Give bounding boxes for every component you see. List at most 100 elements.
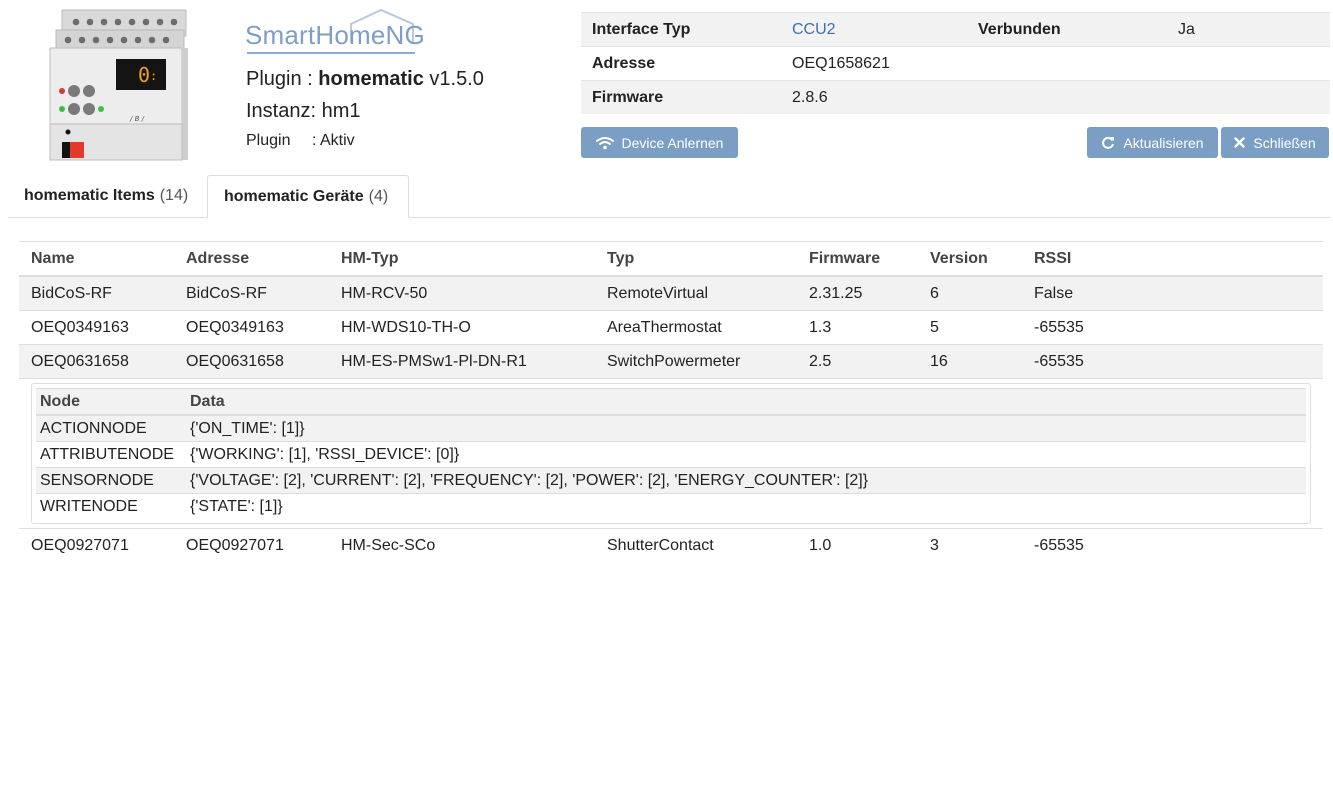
device-hmtype: HM-Sec-SCo	[329, 528, 595, 562]
device-name: BidCoS-RF	[19, 275, 174, 311]
refresh-label: Aktualisieren	[1123, 134, 1204, 151]
plugin-label: Plugin :	[246, 68, 319, 90]
refresh-icon	[1102, 136, 1115, 149]
info-value: Ja	[1167, 12, 1330, 47]
interface-info-table: Interface Typ CCU2 Verbunden Ja Adresse …	[581, 12, 1330, 114]
device-name: OEQ0631658	[19, 344, 174, 379]
device-address: OEQ0927071	[174, 528, 329, 562]
refresh-button[interactable]: Aktualisieren	[1087, 127, 1218, 158]
info-key: Firmware	[581, 80, 781, 114]
node-row: WRITENODE {'STATE': [1]}	[36, 493, 1306, 519]
device-type: RemoteVirtual	[595, 275, 797, 311]
node-row: ATTRIBUTENODE {'WORKING': [1], 'RSSI_DEV…	[36, 441, 1306, 468]
info-value	[1167, 80, 1330, 114]
info-key: Interface Typ	[581, 12, 781, 47]
column-header[interactable]: Firmware	[797, 241, 918, 277]
node-name: WRITENODE	[36, 493, 186, 519]
plugin-title: Plugin : homematic v1.5.0	[246, 68, 484, 91]
device-rssi: -65535	[1022, 344, 1323, 379]
device-type: ShutterContact	[595, 528, 797, 562]
svg-text::: :	[150, 69, 157, 83]
device-type: AreaThermostat	[595, 310, 797, 345]
node-row: SENSORNODE {'VOLTAGE': [2], 'CURRENT': […	[36, 467, 1306, 494]
device-learn-button[interactable]: Device Anlernen	[581, 127, 738, 158]
device-firmware: 1.0	[797, 528, 918, 562]
device-address: OEQ0349163	[174, 310, 329, 345]
node-details-panel: Node Data ACTIONNODE {'ON_TIME': [1]} AT…	[31, 383, 1311, 524]
device-address: OEQ0631658	[174, 344, 329, 379]
node-data: {'WORKING': [1], 'RSSI_DEVICE': [0]}	[186, 441, 1306, 468]
svg-text:/ B /: / B /	[129, 115, 145, 123]
table-header-row: Name Adresse HM-Typ Typ Firmware Version…	[19, 241, 1323, 277]
node-data: {'STATE': [1]}	[186, 493, 1306, 519]
status-label: Plugin	[246, 132, 291, 149]
device-detail-cell: Node Data ACTIONNODE {'ON_TIME': [1]} AT…	[19, 378, 1323, 529]
tab-count: (14)	[159, 187, 189, 204]
device-firmware: 1.3	[797, 310, 918, 345]
device-name: OEQ0349163	[19, 310, 174, 345]
column-header: Data	[186, 388, 1306, 416]
node-data: {'ON_TIME': [1]}	[186, 414, 1306, 442]
device-name: OEQ0927071	[19, 528, 174, 562]
logo-text: SmartHomeNG	[245, 20, 425, 50]
plugin-version: v1.5.0	[429, 68, 484, 90]
svg-text:0: 0	[138, 63, 150, 87]
table-row[interactable]: BidCoS-RF BidCoS-RF HM-RCV-50 RemoteVirt…	[19, 275, 1323, 311]
device-firmware: 2.5	[797, 344, 918, 379]
column-header[interactable]: Adresse	[174, 241, 329, 277]
info-value-link[interactable]: CCU2	[781, 12, 967, 47]
table-row[interactable]: OEQ0631658 OEQ0631658 HM-ES-PMSw1-Pl-DN-…	[19, 344, 1323, 379]
info-row: Interface Typ CCU2 Verbunden Ja	[581, 12, 1330, 47]
device-version: 5	[918, 310, 1022, 345]
plugin-status: Plugin : Aktiv	[246, 132, 355, 150]
device-address: BidCoS-RF	[174, 275, 329, 311]
smarthomeng-logo: SmartHomeNG	[245, 8, 425, 54]
info-row: Firmware 2.8.6	[581, 80, 1330, 114]
table-row[interactable]: OEQ0927071 OEQ0927071 HM-Sec-SCo Shutter…	[19, 528, 1323, 562]
device-version: 16	[918, 344, 1022, 379]
column-header[interactable]: Version	[918, 241, 1022, 277]
device-rssi: -65535	[1022, 310, 1323, 345]
info-key	[967, 80, 1167, 114]
device-rssi: -65535	[1022, 528, 1323, 562]
interface-type-link[interactable]: CCU2	[792, 21, 836, 38]
node-name: SENSORNODE	[36, 467, 186, 494]
column-header[interactable]: Name	[19, 241, 174, 277]
wifi-icon	[595, 136, 614, 149]
plugin-tabs: homematic Items (14) homematic Geräte (4)	[8, 175, 1330, 218]
close-button[interactable]: Schließen	[1221, 127, 1329, 158]
devices-table: Name Adresse HM-Typ Typ Firmware Version…	[19, 241, 1323, 562]
tab-homematic-items[interactable]: homematic Items (14)	[8, 175, 206, 217]
node-header-row: Node Data	[36, 388, 1306, 416]
node-name: ACTIONNODE	[36, 414, 186, 442]
info-value	[1167, 46, 1330, 81]
device-hmtype: HM-WDS10-TH-O	[329, 310, 595, 345]
device-image-icon: 0 : / B /	[46, 8, 190, 164]
node-table: Node Data ACTIONNODE {'ON_TIME': [1]} AT…	[36, 388, 1306, 519]
device-detail-row: Node Data ACTIONNODE {'ON_TIME': [1]} AT…	[19, 378, 1323, 529]
info-value: 2.8.6	[781, 80, 967, 114]
tab-count: (4)	[368, 187, 389, 205]
info-row: Adresse OEQ1658621	[581, 46, 1330, 81]
device-hmtype: HM-RCV-50	[329, 275, 595, 311]
device-learn-label: Device Anlernen	[621, 134, 724, 151]
info-key	[967, 46, 1167, 81]
close-icon	[1234, 137, 1246, 148]
device-firmware: 2.31.25	[797, 275, 918, 311]
column-header[interactable]: Typ	[595, 241, 797, 277]
column-header[interactable]: RSSI	[1022, 241, 1323, 277]
device-version: 6	[918, 275, 1022, 311]
status-value: : Aktiv	[312, 132, 355, 149]
tab-label: homematic Items	[24, 187, 155, 204]
node-name: ATTRIBUTENODE	[36, 441, 186, 468]
plugin-name: homematic	[318, 68, 424, 90]
tab-label: homematic Geräte	[224, 187, 364, 205]
table-row[interactable]: OEQ0349163 OEQ0349163 HM-WDS10-TH-O Area…	[19, 310, 1323, 345]
node-data: {'VOLTAGE': [2], 'CURRENT': [2], 'FREQUE…	[186, 467, 1306, 494]
instance-name: Instanz: hm1	[246, 100, 361, 122]
device-version: 3	[918, 528, 1022, 562]
device-rssi: False	[1022, 275, 1323, 311]
column-header[interactable]: HM-Typ	[329, 241, 595, 277]
tab-homematic-devices[interactable]: homematic Geräte (4)	[207, 175, 409, 218]
logo-underline	[247, 52, 415, 54]
